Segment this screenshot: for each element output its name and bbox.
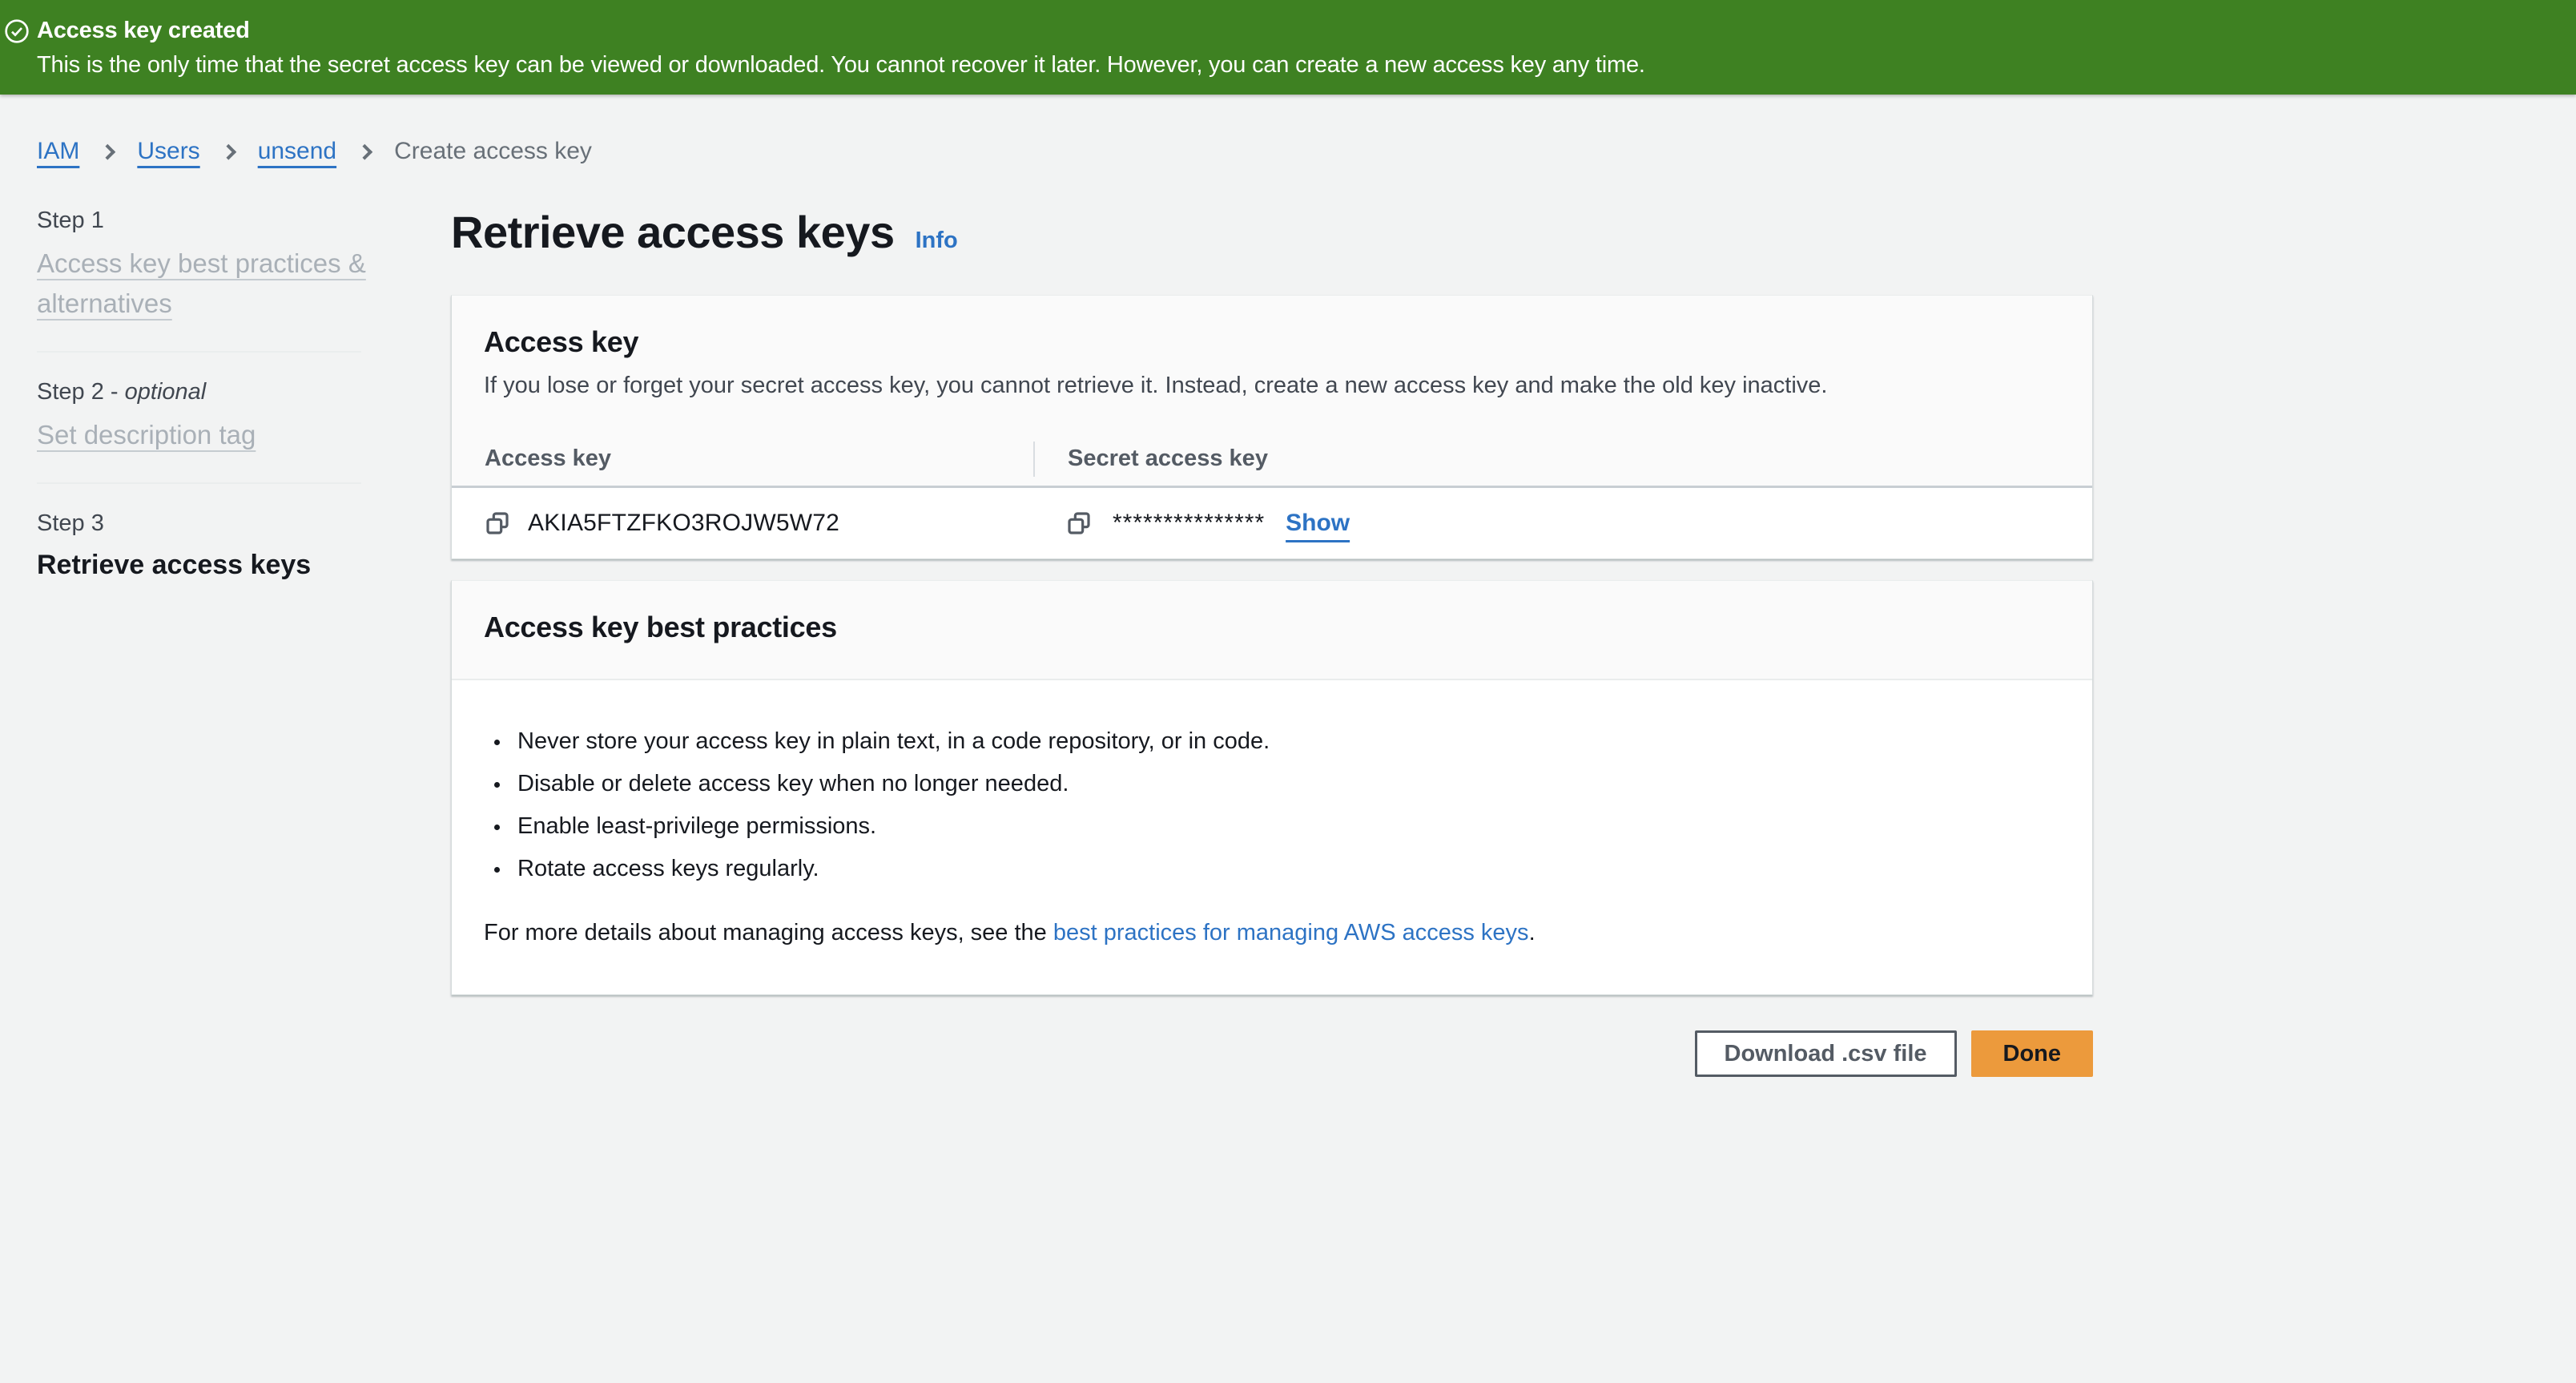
wizard-steps-nav: Step 1 Access key best practices & alter… <box>37 207 361 1077</box>
list-item: Disable or delete access key when no lon… <box>511 763 2060 805</box>
secret-access-key-cell: *************** Show <box>1033 510 2092 537</box>
breadcrumb-link-users[interactable]: Users <box>137 138 199 165</box>
show-secret-link[interactable]: Show <box>1286 510 1350 537</box>
access-key-card: Access key If you lose or forget your se… <box>451 295 2093 559</box>
table-header-row: Access key Secret access key <box>452 432 2092 488</box>
chevron-right-icon <box>100 144 116 160</box>
list-item: Enable least-privilege permissions. <box>511 805 2060 848</box>
best-practices-list: Never store your access key in plain tex… <box>484 720 2060 890</box>
footer-text-prefix: For more details about managing access k… <box>484 920 1053 946</box>
best-practices-link[interactable]: best practices for managing AWS access k… <box>1053 920 1529 946</box>
step-2: Step 2 - optional Set description tag <box>37 378 361 455</box>
step-3: Step 3 Retrieve access keys <box>37 510 361 583</box>
step-3-label: Step 3 <box>37 510 104 536</box>
success-flashbar: Access key created This is the only time… <box>0 0 2576 95</box>
step-2-link[interactable]: Set description tag <box>37 420 256 450</box>
step-1-link[interactable]: Access key best practices & alternatives <box>37 248 366 318</box>
access-key-card-description: If you lose or forget your secret access… <box>484 371 2060 400</box>
done-button[interactable]: Done <box>1971 1030 2094 1077</box>
table-row: AKIA5FTZFKO3ROJW5W72 *************** Sho… <box>452 488 2092 558</box>
step-2-separator: - <box>104 379 125 405</box>
info-link[interactable]: Info <box>916 228 958 254</box>
access-key-card-title: Access key <box>484 325 2060 360</box>
step-1-label: Step 1 <box>37 208 104 233</box>
column-header-access-key: Access key <box>452 446 1033 472</box>
copy-icon[interactable] <box>485 510 510 536</box>
best-practices-footer: For more details about managing access k… <box>484 917 2060 948</box>
step-2-label: Step 2 <box>37 379 104 405</box>
footer-text-suffix: . <box>1529 920 1536 946</box>
breadcrumb: IAM Users unsend Create access key <box>0 95 2576 165</box>
step-3-active-title: Retrieve access keys <box>37 546 361 583</box>
download-csv-button[interactable]: Download .csv file <box>1695 1030 1957 1077</box>
step-1: Step 1 Access key best practices & alter… <box>37 207 361 324</box>
main-content: Retrieve access keys Info Access key If … <box>451 207 2093 1077</box>
chevron-right-icon <box>357 144 373 160</box>
step-divider <box>37 482 361 484</box>
access-key-cell: AKIA5FTZFKO3ROJW5W72 <box>452 510 1033 537</box>
access-key-id: AKIA5FTZFKO3ROJW5W72 <box>528 510 839 537</box>
step-2-optional-label: optional <box>125 379 207 405</box>
best-practices-card-title: Access key best practices <box>484 610 2060 645</box>
breadcrumb-current: Create access key <box>394 138 592 165</box>
best-practices-card: Access key best practices Never store yo… <box>451 580 2093 995</box>
check-circle-icon <box>4 18 30 44</box>
page-title: Retrieve access keys <box>451 207 895 258</box>
step-divider <box>37 351 361 353</box>
list-item: Rotate access keys regularly. <box>511 848 2060 890</box>
chevron-right-icon <box>220 144 236 160</box>
secret-access-key-masked: *************** <box>1113 510 1265 537</box>
list-item: Never store your access key in plain tex… <box>511 720 2060 763</box>
copy-icon[interactable] <box>1066 510 1092 536</box>
flashbar-message: This is the only time that the secret ac… <box>37 49 2544 81</box>
breadcrumb-link-iam[interactable]: IAM <box>37 138 79 165</box>
column-header-secret-access-key: Secret access key <box>1033 442 2092 477</box>
actions-bar: Download .csv file Done <box>451 1030 2093 1077</box>
flashbar-title: Access key created <box>37 16 2544 45</box>
breadcrumb-link-unsend[interactable]: unsend <box>258 138 336 165</box>
